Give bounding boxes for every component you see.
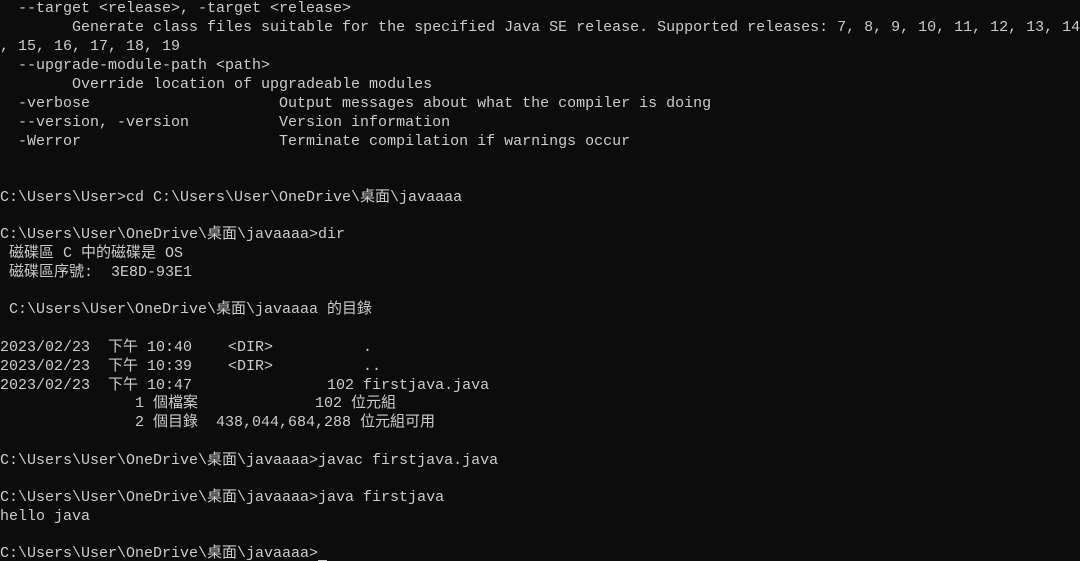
command-line: C:\Users\User>cd C:\Users\User\OneDrive\… (0, 189, 463, 206)
output-line: , 15, 16, 17, 18, 19 (0, 38, 181, 55)
output-line: hello java (0, 508, 91, 525)
output-line: --upgrade-module-path <path> (0, 57, 271, 74)
terminal-output[interactable]: --target <release>, -target <release> Ge… (0, 0, 1080, 561)
dir-summary: 1 個檔案 102 位元組 (0, 395, 397, 412)
output-line: Generate class files suitable for the sp… (0, 19, 1080, 36)
output-line: Override location of upgradeable modules (0, 76, 433, 93)
prompt-line[interactable]: C:\Users\User\OneDrive\桌面\javaaaa> (0, 544, 328, 561)
output-line: 磁碟區 C 中的磁碟是 OS (0, 245, 184, 262)
dir-row: 2023/02/23 下午 10:47 102 firstjava.java (0, 377, 490, 394)
prompt-text: C:\Users\User\OneDrive\桌面\javaaaa> (0, 545, 319, 561)
output-line: -Werror Terminate compilation if warning… (0, 133, 631, 150)
command-line: C:\Users\User\OneDrive\桌面\javaaaa>javac … (0, 452, 499, 469)
output-line: -verbose Output messages about what the … (0, 95, 712, 112)
output-line: --target <release>, -target <release> (0, 0, 352, 17)
command-line: C:\Users\User\OneDrive\桌面\javaaaa>java f… (0, 489, 445, 506)
dir-summary: 2 個目錄 438,044,684,288 位元組可用 (0, 414, 436, 431)
output-line: C:\Users\User\OneDrive\桌面\javaaaa 的目錄 (0, 301, 373, 318)
output-line: 磁碟區序號: 3E8D-93E1 (0, 264, 193, 281)
dir-row: 2023/02/23 下午 10:39 <DIR> .. (0, 358, 382, 375)
dir-row: 2023/02/23 下午 10:40 <DIR> . (0, 339, 373, 356)
output-line: --version, -version Version information (0, 114, 451, 131)
command-line: C:\Users\User\OneDrive\桌面\javaaaa>dir (0, 226, 346, 243)
